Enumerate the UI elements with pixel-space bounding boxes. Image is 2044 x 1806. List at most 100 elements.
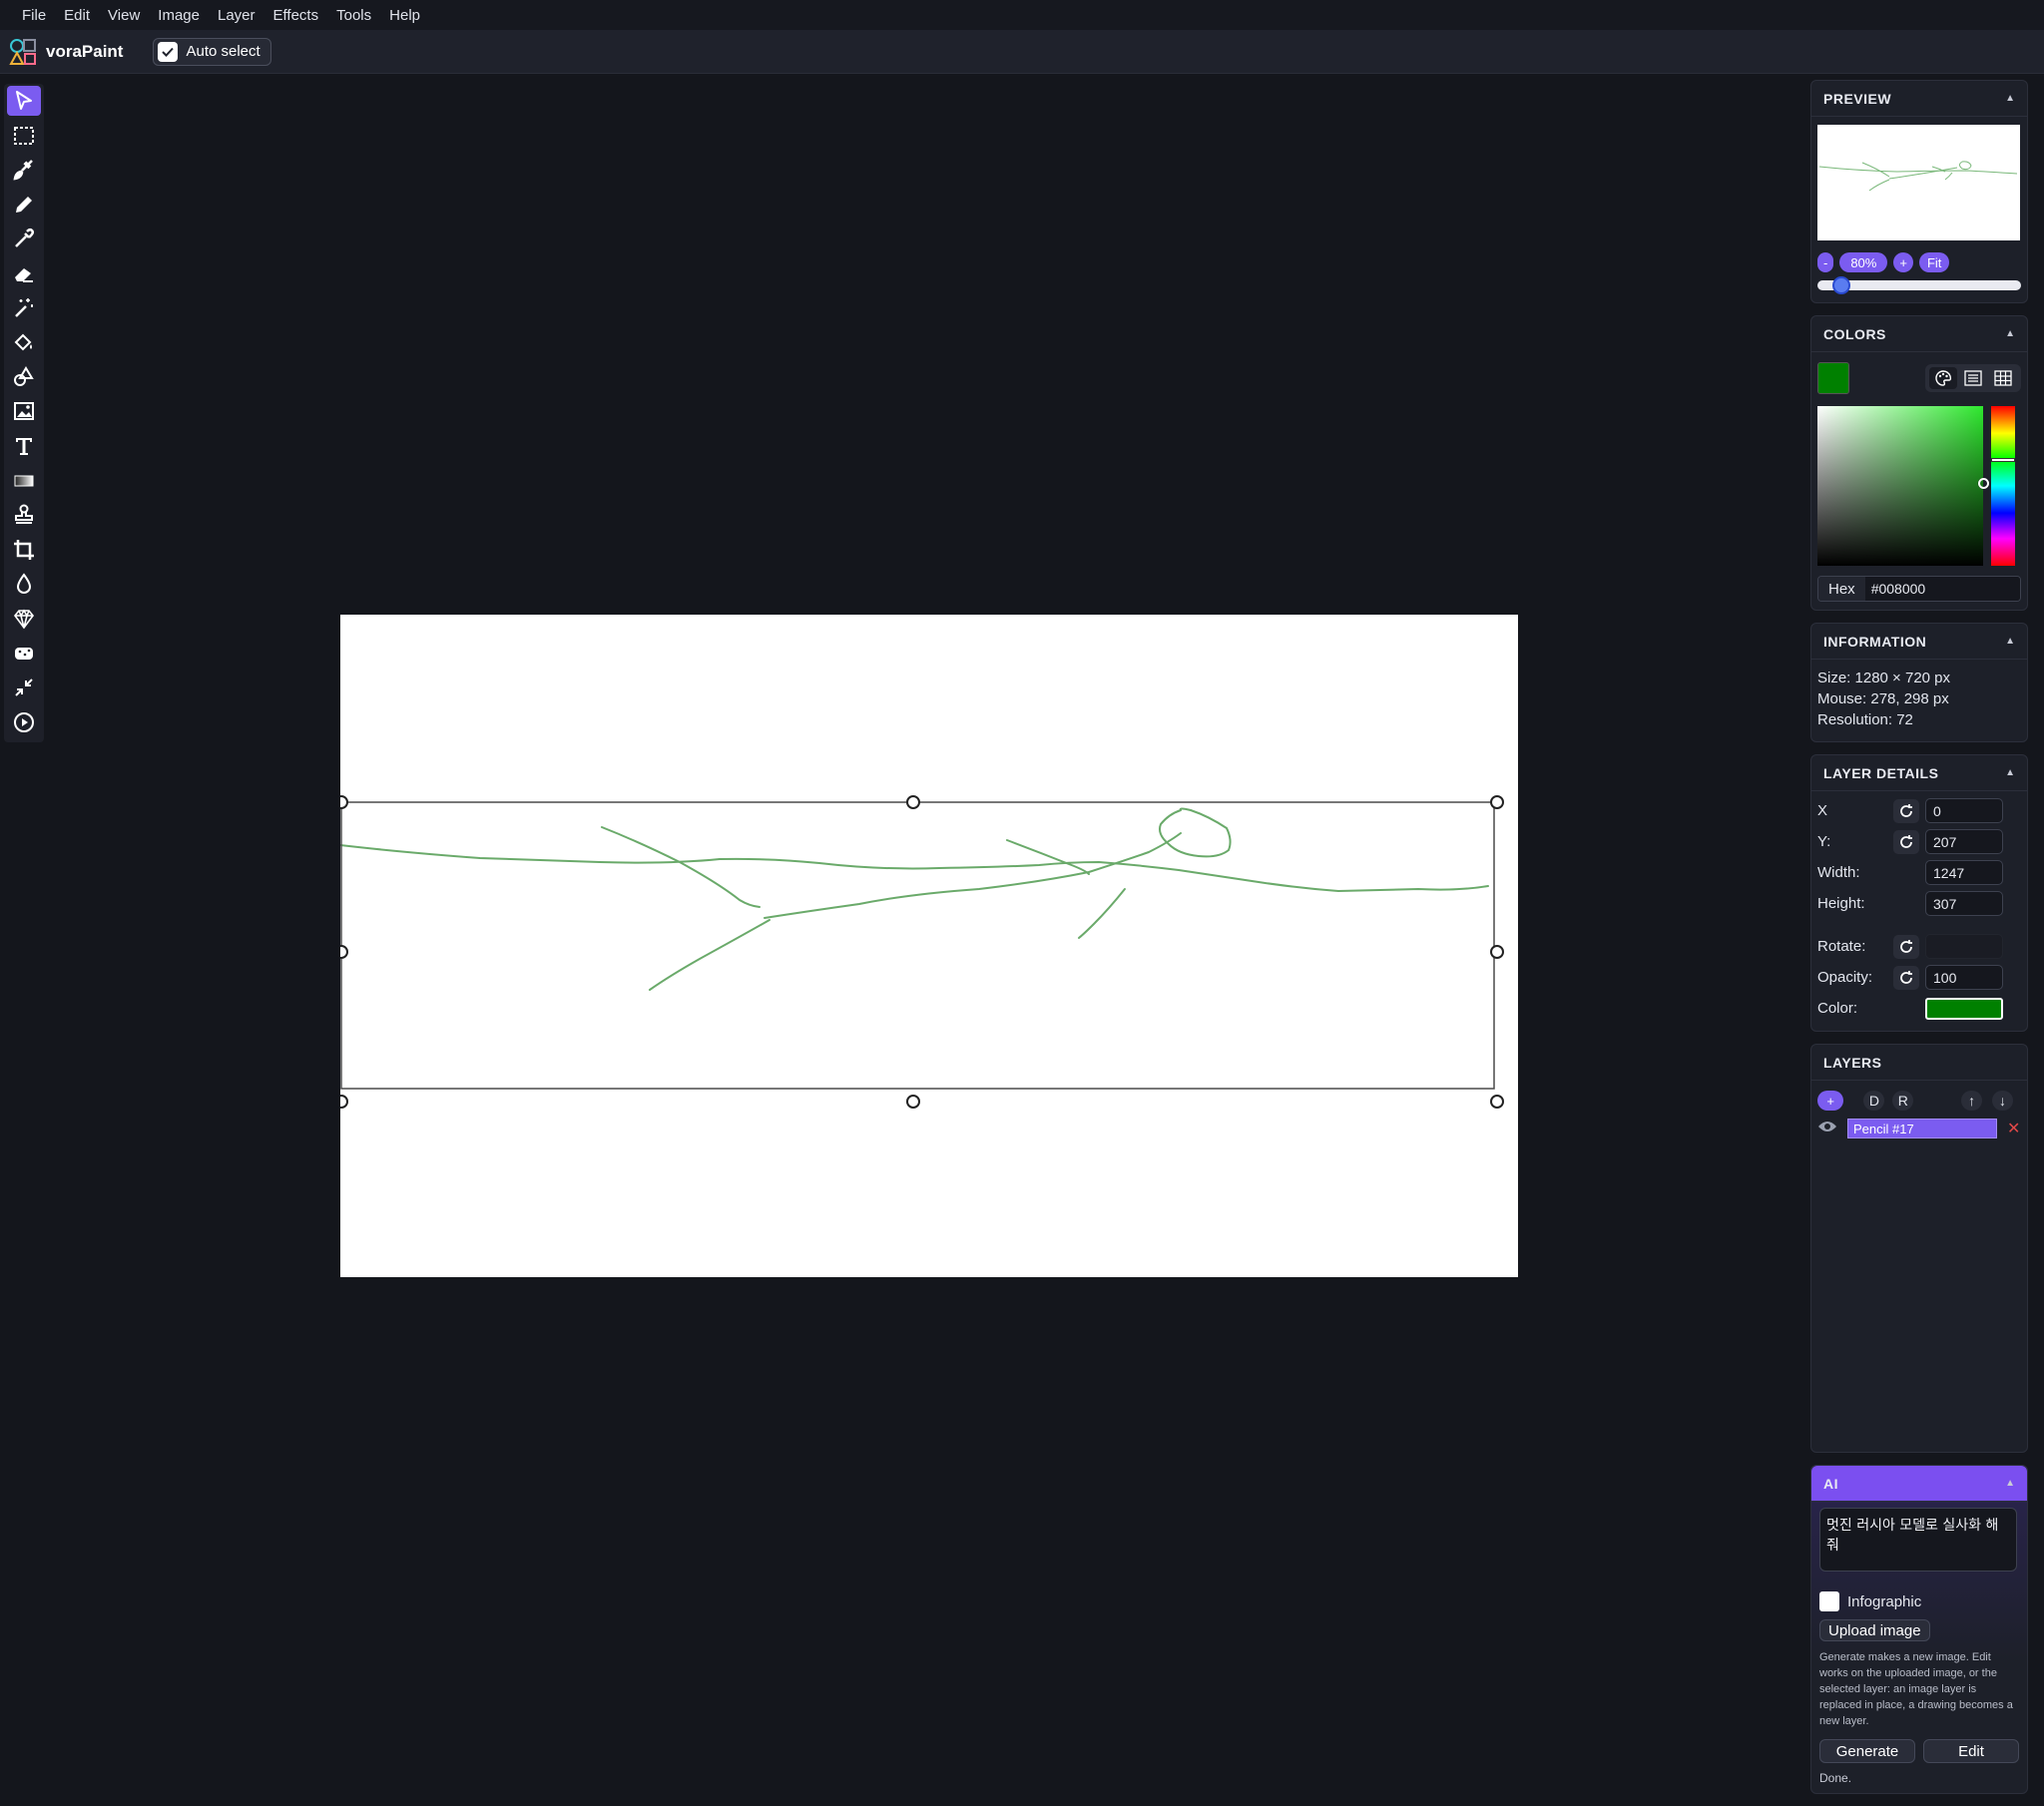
- menu-effects[interactable]: Effects: [273, 7, 319, 24]
- zoom-slider-thumb[interactable]: [1831, 276, 1850, 294]
- menu-image[interactable]: Image: [158, 7, 200, 24]
- hex-input[interactable]: [1864, 577, 2020, 601]
- document-canvas[interactable]: [340, 615, 1518, 1277]
- delete-layer-icon[interactable]: ✕: [2007, 1119, 2020, 1138]
- image-tool[interactable]: [7, 396, 41, 426]
- generate-button[interactable]: Generate: [1819, 1739, 1915, 1763]
- auto-select-toggle[interactable]: Auto select: [153, 37, 271, 66]
- move-layer-up-button[interactable]: ↑: [1961, 1091, 1983, 1111]
- width-input[interactable]: [1925, 860, 2003, 885]
- ai-prompt-input[interactable]: 멋진 러시아 모델로 실사화 해줘: [1819, 1508, 2017, 1572]
- infographic-checkbox[interactable]: [1819, 1591, 1839, 1611]
- eye-icon[interactable]: [1817, 1120, 1839, 1138]
- layer-details-panel-header[interactable]: LAYER DETAILS ▲: [1811, 755, 2027, 791]
- shapes-tool[interactable]: [7, 362, 41, 392]
- ai-panel-header[interactable]: AI ▲: [1811, 1466, 2027, 1502]
- pencil-tool[interactable]: [7, 190, 41, 220]
- ai-status: Done.: [1819, 1771, 1852, 1785]
- preview-drawing: [1818, 161, 2018, 192]
- reset-x-icon[interactable]: [1893, 798, 1919, 823]
- rotate-input[interactable]: [1925, 934, 2003, 959]
- collapse-caret-icon[interactable]: ▲: [2005, 93, 2015, 104]
- upload-image-button[interactable]: Upload image: [1819, 1619, 1930, 1641]
- information-panel: INFORMATION ▲ Size: 1280 × 720 px Mouse:…: [1810, 623, 2028, 742]
- menu-tools[interactable]: Tools: [336, 7, 371, 24]
- current-color-swatch[interactable]: [1817, 362, 1849, 394]
- color-label: Color:: [1817, 1000, 1858, 1017]
- eyedropper-tool[interactable]: [7, 224, 41, 253]
- colors-panel-header[interactable]: COLORS ▲: [1811, 316, 2027, 352]
- saturation-value-picker[interactable]: [1817, 406, 1989, 566]
- auto-select-label: Auto select: [186, 43, 260, 60]
- preview-panel: PREVIEW ▲ - 80% + Fit: [1810, 80, 2028, 303]
- opacity-input[interactable]: [1925, 965, 2003, 990]
- edit-button[interactable]: Edit: [1923, 1739, 2019, 1763]
- reset-opacity-icon[interactable]: [1893, 965, 1919, 990]
- zoom-level[interactable]: 80%: [1839, 252, 1888, 272]
- layer-details-panel: LAYER DETAILS ▲ X Y: Width: Height:: [1810, 754, 2028, 1032]
- sponge-tool[interactable]: [7, 639, 41, 669]
- marquee-tool[interactable]: [7, 121, 41, 151]
- hue-slider-thumb[interactable]: [1991, 458, 2015, 462]
- brush-tool[interactable]: [7, 155, 41, 185]
- duplicate-layer-button[interactable]: D: [1863, 1091, 1885, 1111]
- blur-tool[interactable]: [7, 569, 41, 599]
- height-input[interactable]: [1925, 891, 2003, 916]
- crop-tool[interactable]: [7, 535, 41, 565]
- checkbox-checked-icon[interactable]: [158, 41, 179, 62]
- menu-view[interactable]: View: [108, 7, 140, 24]
- stamp-tool[interactable]: [7, 500, 41, 530]
- y-label: Y:: [1817, 833, 1831, 850]
- gradient-tool[interactable]: [7, 466, 41, 496]
- resize-tool[interactable]: [7, 673, 41, 702]
- reset-y-icon[interactable]: [1893, 829, 1919, 854]
- play-tool[interactable]: [7, 707, 41, 737]
- app-logo-icon: [9, 38, 36, 65]
- fill-bucket-tool[interactable]: [7, 327, 41, 357]
- resize-tool-icon: [15, 678, 33, 696]
- shapes-tool-icon: [14, 365, 34, 386]
- zoom-slider[interactable]: [1817, 276, 2021, 294]
- collapse-caret-icon[interactable]: ▲: [2005, 1478, 2015, 1489]
- layer-color-swatch[interactable]: [1925, 997, 2003, 1020]
- add-layer-button[interactable]: +: [1817, 1091, 1844, 1111]
- rename-layer-button[interactable]: R: [1892, 1091, 1914, 1111]
- sharpen-tool[interactable]: [7, 604, 41, 634]
- y-input[interactable]: [1925, 829, 2003, 854]
- color-picker-cursor[interactable]: [1978, 478, 1989, 489]
- select-tool-icon: [16, 91, 32, 110]
- marquee-tool-icon: [14, 126, 34, 145]
- tool-palette: [4, 84, 44, 742]
- select-tool[interactable]: [7, 86, 41, 116]
- palette-mode-icon[interactable]: [1929, 367, 1957, 389]
- zoom-in-button[interactable]: +: [1893, 252, 1913, 272]
- rotate-label: Rotate:: [1817, 938, 1866, 955]
- reset-rotate-icon[interactable]: [1893, 934, 1919, 959]
- move-layer-down-button[interactable]: ↓: [1992, 1091, 2013, 1111]
- colors-title: COLORS: [1823, 325, 1886, 342]
- collapse-caret-icon[interactable]: ▲: [2005, 636, 2015, 647]
- preview-thumbnail[interactable]: [1817, 125, 2020, 240]
- menu-layer[interactable]: Layer: [218, 7, 256, 24]
- x-input[interactable]: [1925, 798, 2003, 823]
- information-panel-header[interactable]: INFORMATION ▲: [1811, 624, 2027, 660]
- layer-row[interactable]: Pencil #17 ✕: [1817, 1119, 2021, 1138]
- pencil-drawing-layer[interactable]: [340, 615, 1518, 1277]
- collapse-caret-icon[interactable]: ▲: [2005, 328, 2015, 339]
- menu-file[interactable]: File: [22, 7, 46, 24]
- collapse-caret-icon[interactable]: ▲: [2005, 767, 2015, 778]
- magic-wand-tool[interactable]: [7, 293, 41, 323]
- canvas-area[interactable]: [44, 74, 1808, 1802]
- zoom-out-button[interactable]: -: [1817, 252, 1834, 272]
- menu-edit[interactable]: Edit: [64, 7, 90, 24]
- layer-name[interactable]: Pencil #17: [1847, 1119, 1997, 1138]
- zoom-fit-button[interactable]: Fit: [1918, 252, 1950, 272]
- hue-slider[interactable]: [1991, 406, 2015, 566]
- menu-help[interactable]: Help: [389, 7, 420, 24]
- eraser-tool-icon: [15, 267, 33, 282]
- eraser-tool[interactable]: [7, 258, 41, 288]
- text-tool[interactable]: [7, 431, 41, 461]
- list-mode-icon[interactable]: [1957, 367, 1989, 389]
- grid-mode-icon[interactable]: [1989, 367, 2017, 389]
- preview-panel-header[interactable]: PREVIEW ▲: [1811, 81, 2027, 117]
